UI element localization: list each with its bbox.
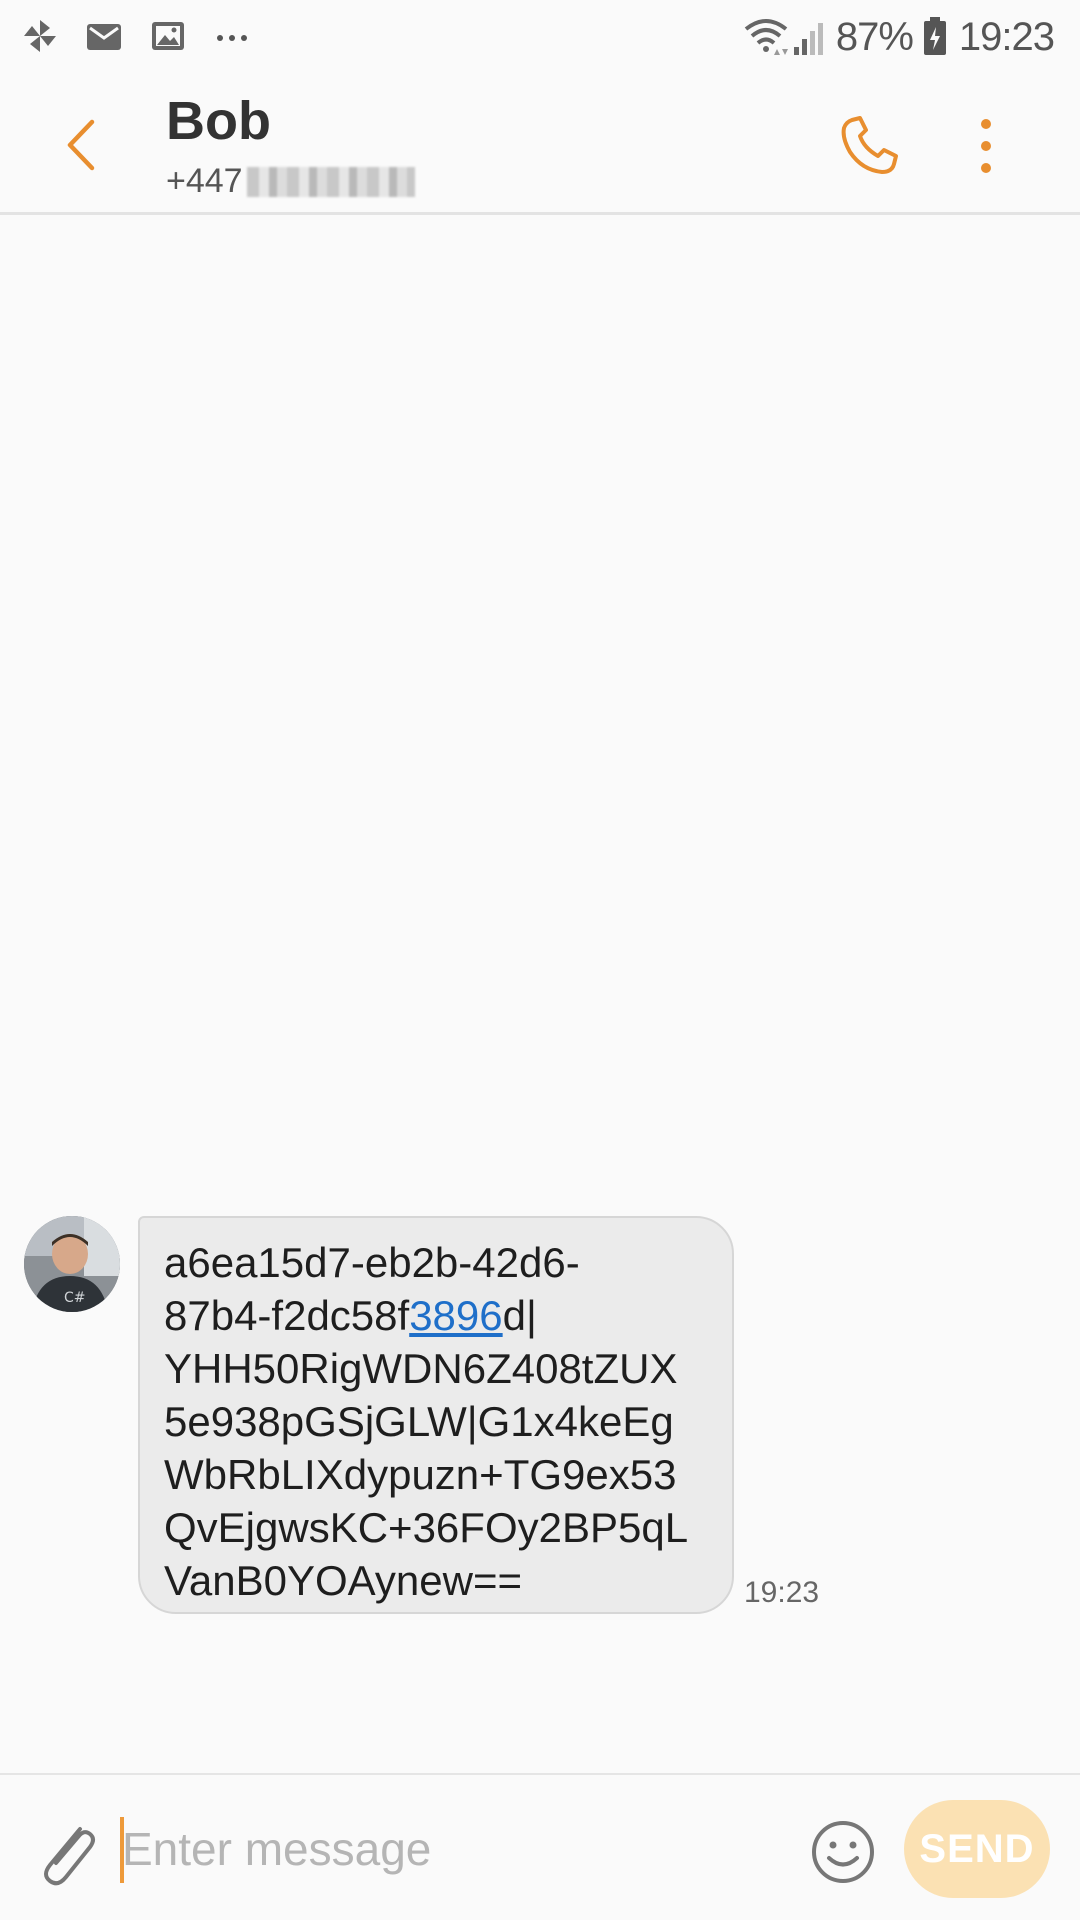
redacted-number-blur bbox=[246, 166, 415, 197]
attach-button[interactable] bbox=[34, 1815, 98, 1891]
message-bubble-incoming[interactable]: a6ea15d7-eb2b-42d6- 87b4-f2dc58f3896d| Y… bbox=[138, 1216, 734, 1614]
notification-icons bbox=[20, 14, 252, 58]
message-line: 5e938pGSjGLW|G1x4keEg bbox=[164, 1398, 674, 1445]
paperclip-icon bbox=[44, 1827, 95, 1886]
messages-screen: 87% 19:23 Bob +447 C# a6ea15d7-eb2b-42d6… bbox=[0, 0, 1080, 1920]
message-line: YHH50RigWDN6Z408tZUX bbox=[164, 1345, 678, 1392]
contact-number-text: +447 bbox=[166, 162, 243, 200]
emoji-button[interactable] bbox=[810, 1819, 876, 1885]
battery-percent: 87% bbox=[835, 14, 914, 59]
pinwheel-icon bbox=[20, 16, 60, 56]
phone-number-link[interactable]: 3896 bbox=[409, 1292, 502, 1339]
contact-name[interactable]: Bob bbox=[166, 90, 271, 152]
message-line: 87b4-f2dc58f3896d| bbox=[164, 1292, 537, 1339]
battery-icon bbox=[921, 15, 949, 59]
message-input[interactable] bbox=[122, 1813, 782, 1885]
message-composer: SEND bbox=[0, 1773, 1080, 1920]
message-line: WbRbLIXdypuzn+TG9ex53 bbox=[164, 1451, 677, 1498]
kebab-menu-icon bbox=[981, 119, 991, 173]
gallery-icon bbox=[148, 16, 188, 56]
message-line: QvEjgwsKC+36FOy2BP5qL bbox=[164, 1504, 689, 1551]
clock: 19:23 bbox=[958, 14, 1055, 59]
contact-number: +447 bbox=[166, 162, 415, 201]
more-options-button[interactable] bbox=[964, 114, 1008, 178]
avatar[interactable]: C# bbox=[24, 1216, 120, 1312]
message-timestamp: 19:23 bbox=[744, 1576, 820, 1609]
call-button[interactable] bbox=[836, 112, 904, 180]
signal-icon bbox=[792, 15, 828, 59]
wifi-icon bbox=[742, 15, 790, 59]
message-line: a6ea15d7-eb2b-42d6- bbox=[164, 1239, 580, 1286]
more-notifications-icon bbox=[212, 16, 252, 56]
mail-icon bbox=[84, 16, 124, 56]
back-arrow-icon bbox=[67, 119, 95, 171]
svg-text:C#: C# bbox=[64, 1290, 86, 1306]
smiley-icon bbox=[812, 1821, 874, 1883]
back-button[interactable] bbox=[52, 110, 112, 180]
contact-photo-icon: C# bbox=[24, 1216, 120, 1312]
status-bar: 87% 19:23 bbox=[0, 0, 1080, 76]
message-line: VanB0YOAynew== bbox=[164, 1557, 523, 1604]
system-status: 87% 19:23 bbox=[742, 10, 1055, 64]
send-button[interactable]: SEND bbox=[904, 1800, 1050, 1898]
phone-icon bbox=[841, 116, 898, 174]
conversation-header: Bob +447 bbox=[0, 76, 1080, 215]
